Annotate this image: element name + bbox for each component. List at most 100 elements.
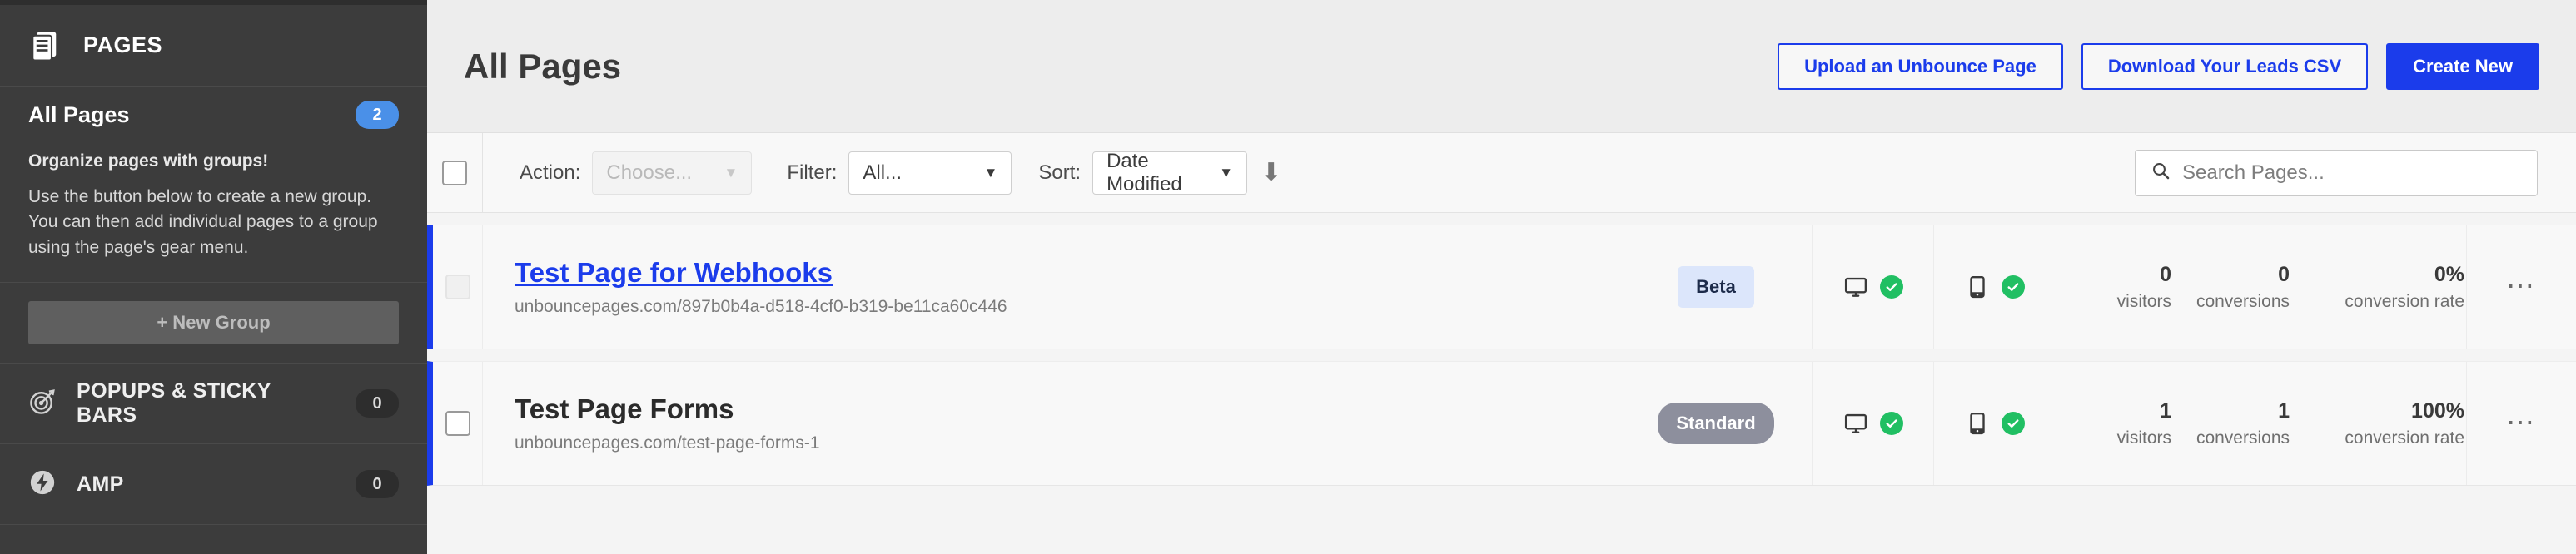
row-tag-cell: Beta — [1620, 225, 1812, 349]
download-leads-csv-button[interactable]: Download Your Leads CSV — [2081, 42, 2369, 90]
arrow-down-icon[interactable]: ⬇ — [1261, 160, 1281, 185]
row-select-checkbox[interactable] — [445, 275, 470, 299]
new-group-wrapper: + New Group — [0, 283, 427, 364]
ellipsis-icon: ⋯ — [2506, 407, 2537, 439]
sidebar-item-all-pages[interactable]: All Pages 2 — [0, 87, 427, 143]
chevron-down-icon: ▼ — [983, 164, 998, 181]
ellipsis-icon: ⋯ — [2506, 270, 2537, 303]
row-select-checkbox[interactable] — [445, 411, 470, 436]
desktop-icon — [1843, 275, 1868, 299]
sort-label: Sort: — [1038, 161, 1082, 184]
page-title: All Pages — [464, 46, 622, 86]
table-row[interactable]: Test Page Forms unbouncepages.com/test-p… — [427, 361, 2576, 486]
sidebar-item-count: 0 — [356, 389, 399, 418]
sidebar-promo: Organize pages with groups! Use the butt… — [0, 143, 427, 284]
conversions-label: conversions — [2196, 291, 2290, 311]
action-select-value: Choose... — [606, 161, 693, 184]
visitors-label: visitors — [2116, 428, 2171, 448]
desktop-status-cell — [1812, 225, 1933, 349]
row-select-cell — [433, 362, 483, 485]
conversions-cell: 0 conversions — [2173, 225, 2291, 349]
search-wrapper — [2135, 149, 2538, 196]
chevron-down-icon: ▼ — [1219, 164, 1234, 181]
filter-label: Filter: — [787, 161, 838, 184]
table-row[interactable]: Test Page for Webhooks unbouncepages.com… — [427, 225, 2576, 349]
desktop-icon — [1843, 411, 1868, 436]
status-badge: Beta — [1678, 266, 1754, 308]
row-tag-cell: Standard — [1620, 362, 1812, 485]
chevron-down-icon: ▼ — [724, 164, 738, 181]
sidebar: PAGES All Pages 2 Organize pages with gr… — [0, 0, 427, 554]
conversions-cell: 1 conversions — [2173, 362, 2291, 485]
select-all-cell — [427, 132, 483, 213]
row-name-cell: Test Page Forms unbouncepages.com/test-p… — [483, 362, 1620, 485]
action-select[interactable]: Choose... ▼ — [592, 151, 753, 195]
sidebar-item-count: 0 — [356, 470, 399, 499]
sidebar-header-label: PAGES — [83, 32, 163, 57]
visitors-value: 1 — [2160, 398, 2171, 423]
create-new-button[interactable]: Create New — [2386, 42, 2539, 90]
conversions-value: 1 — [2278, 398, 2290, 423]
search-icon — [2151, 161, 2171, 185]
select-all-checkbox[interactable] — [442, 160, 467, 185]
visitors-value: 0 — [2160, 262, 2171, 286]
visitors-label: visitors — [2116, 291, 2171, 311]
filter-select-value: All... — [863, 161, 903, 184]
conversion-rate-value: 100% — [2411, 398, 2464, 423]
action-label: Action: — [520, 161, 581, 184]
list-toolbar: Action: Choose... ▼ Filter: All... ▼ Sor… — [427, 132, 2576, 213]
mobile-status-cell — [1933, 362, 2055, 485]
main-content: All Pages Upload an Unbounce Page Downlo… — [427, 0, 2576, 554]
row-overflow-menu-button[interactable]: ⋯ — [2466, 225, 2576, 349]
check-circle-icon — [1879, 412, 1903, 435]
sidebar-item-label: POPUPS & STICKY BARS — [77, 379, 271, 428]
status-badge: Standard — [1658, 403, 1774, 444]
page-url: unbouncepages.com/test-page-forms-1 — [515, 433, 820, 453]
conversion-rate-cell: 100% conversion rate — [2291, 362, 2466, 485]
conversions-label: conversions — [2196, 428, 2290, 448]
desktop-status-cell — [1812, 362, 1933, 485]
row-overflow-menu-button[interactable]: ⋯ — [2466, 362, 2576, 485]
conversion-rate-label: conversion rate — [2345, 428, 2464, 448]
search-input[interactable] — [2182, 161, 2522, 185]
sidebar-all-pages-label: All Pages — [28, 101, 130, 127]
conversions-value: 0 — [2278, 262, 2290, 286]
sidebar-header: PAGES — [0, 5, 427, 87]
sidebar-promo-heading: Organize pages with groups! — [28, 151, 269, 171]
page-title-text[interactable]: Test Page Forms — [515, 393, 1620, 425]
sidebar-item-popups-sticky-bars[interactable]: POPUPS & STICKY BARS 0 — [0, 364, 427, 445]
visitors-cell: 0 visitors — [2055, 225, 2173, 349]
check-circle-icon — [2001, 275, 2025, 299]
sidebar-promo-body: Use the button below to create a new gro… — [28, 187, 378, 257]
header-actions: Upload an Unbounce Page Download Your Le… — [1778, 42, 2539, 90]
page-url: unbouncepages.com/897b0b4a-d518-4cf0-b31… — [515, 297, 1007, 316]
visitors-cell: 1 visitors — [2055, 362, 2173, 485]
check-circle-icon — [1879, 275, 1903, 299]
conversion-rate-value: 0% — [2434, 262, 2464, 286]
filter-select[interactable]: All... ▼ — [848, 151, 1012, 195]
new-group-button[interactable]: + New Group — [28, 301, 399, 345]
mobile-icon — [1965, 411, 1990, 436]
lightning-bolt-icon — [28, 468, 57, 501]
conversion-rate-label: conversion rate — [2345, 291, 2464, 311]
pages-list: Test Page for Webhooks unbouncepages.com… — [427, 213, 2576, 554]
upload-unbounce-page-button[interactable]: Upload an Unbounce Page — [1778, 42, 2063, 90]
page-header: All Pages Upload an Unbounce Page Downlo… — [427, 0, 2576, 133]
toolbar-fields: Action: Choose... ▼ Filter: All... ▼ Sor… — [483, 149, 2576, 196]
sidebar-item-amp[interactable]: AMP 0 — [0, 444, 427, 526]
sidebar-item-label: AMP — [77, 472, 124, 496]
mobile-icon — [1965, 275, 1990, 299]
row-select-cell — [433, 225, 483, 349]
sort-select[interactable]: Date Modified ▼ — [1092, 149, 1248, 195]
row-name-cell: Test Page for Webhooks unbouncepages.com… — [483, 225, 1620, 349]
pages-icon — [28, 28, 63, 63]
target-icon — [28, 388, 57, 420]
app-root: PAGES All Pages 2 Organize pages with gr… — [0, 0, 2576, 554]
sort-select-value: Date Modified — [1106, 149, 1182, 195]
conversion-rate-cell: 0% conversion rate — [2291, 225, 2466, 349]
check-circle-icon — [2001, 412, 2025, 435]
sidebar-all-pages-count: 2 — [356, 101, 399, 129]
mobile-status-cell — [1933, 225, 2055, 349]
page-title-link[interactable]: Test Page for Webhooks — [515, 257, 1620, 289]
search-box[interactable] — [2135, 149, 2538, 196]
